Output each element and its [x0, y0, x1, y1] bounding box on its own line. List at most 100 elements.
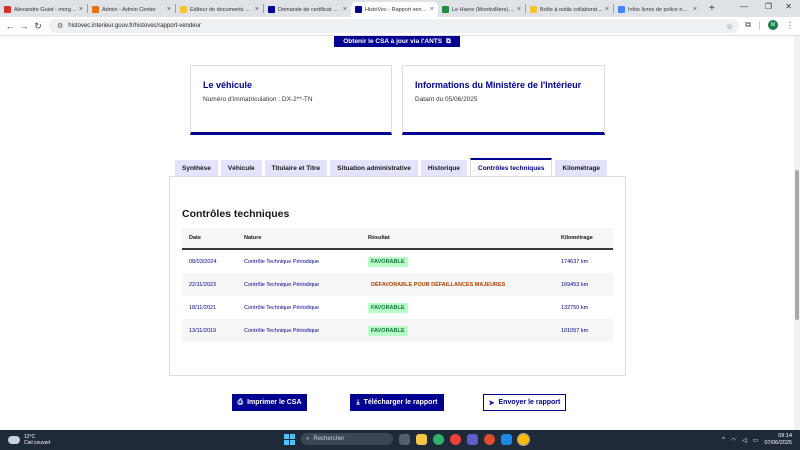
close-window-icon[interactable]: ✕ [785, 2, 792, 11]
tab-close-icon[interactable]: × [167, 6, 171, 13]
header-mileage: Kilométrage [561, 235, 593, 241]
print-csa-label: Imprimer le CSA [247, 399, 302, 406]
opera-icon[interactable] [484, 433, 495, 445]
cell-nature: Contrôle Technique Périodique [244, 327, 320, 334]
inspections-table: Date Nature Résultat Kilométrage 08/03/2… [182, 228, 613, 342]
menu-kebab-icon[interactable]: ⋮ [786, 21, 794, 30]
weather-widget[interactable]: 12°C Ciel couvert [8, 434, 50, 446]
system-tray: ^ ◠ ◁ ▭ 09:14 07/06/2025 [722, 433, 792, 447]
tab-synthese[interactable]: Synthèse [175, 160, 218, 177]
minimize-icon[interactable]: — [740, 2, 748, 11]
cell-nature: Contrôle Technique Périodique [244, 281, 320, 288]
teams-icon[interactable] [467, 433, 478, 445]
battery-icon[interactable]: ▭ [753, 437, 759, 444]
task-view-icon[interactable] [399, 433, 410, 445]
download-report-button[interactable]: ⤓ Télécharger le rapport [350, 394, 444, 411]
file-explorer-icon[interactable] [416, 433, 427, 445]
windows-start-icon[interactable] [284, 433, 295, 445]
browser-tab[interactable]: Admin - Admin Center × [88, 2, 175, 17]
tab-title: Infos livres de police num... [628, 6, 691, 13]
tab-titulaire-et-titre[interactable]: Titulaire et Titre [264, 160, 328, 177]
result-badge: FAVORABLE [368, 325, 408, 336]
chrome-icon[interactable] [450, 433, 461, 445]
cell-date: 18/11/2021 [189, 304, 217, 311]
clock-date: 07/06/2025 [764, 440, 792, 446]
tab-favicon-icon [180, 6, 187, 13]
tab-situation-administrative[interactable]: Situation administrative [330, 160, 418, 177]
ministry-card-title: Informations du Ministère de l'Intérieur [415, 80, 582, 90]
tab-title: HistoVec - Rapport vendeur [365, 6, 428, 13]
profile-avatar[interactable]: M [768, 20, 778, 30]
tab-close-icon[interactable]: × [343, 6, 347, 13]
tab-close-icon[interactable]: × [255, 6, 259, 13]
get-csa-label: Obtenir le CSA à jour via l'ANTS [343, 38, 443, 45]
tab-historique[interactable]: Historique [420, 160, 468, 177]
clock[interactable]: 09:14 07/06/2025 [764, 433, 792, 447]
browser-tab[interactable]: Demande de certificat de... × [264, 2, 351, 17]
maximize-icon[interactable]: ❐ [765, 2, 772, 11]
tab-favicon-icon [92, 6, 99, 13]
taskbar-search[interactable]: ⌕ Rechercher [301, 433, 393, 445]
tray-chevron-icon[interactable]: ^ [722, 437, 725, 443]
browser-tab[interactable]: HistoVec - Rapport vendeur × [351, 2, 438, 17]
result-badge: DÉFAVORABLE POUR DÉFAILLANCES MAJEURES [371, 281, 506, 288]
edge-icon[interactable] [433, 433, 444, 445]
download-icon: ⤓ [356, 398, 360, 406]
tab-controles-techniques[interactable]: Contrôles techniques [470, 158, 553, 177]
cloud-icon [8, 436, 20, 444]
search-icon: ⌕ [306, 435, 310, 442]
reload-icon[interactable]: ↻ [31, 21, 45, 32]
back-icon[interactable]: ← [3, 21, 17, 31]
send-report-button[interactable]: ➤ Envoyer le rapport [483, 394, 566, 411]
header-nature: Nature [244, 235, 262, 241]
forward-icon[interactable]: → [17, 21, 31, 31]
scrollbar-thumb[interactable] [795, 170, 799, 320]
tab-close-icon[interactable]: × [605, 6, 609, 13]
tab-title: Alexandre Guiot - morgu... [14, 6, 77, 13]
tab-title: Admin - Admin Center [102, 6, 156, 13]
address-bar[interactable]: ⚙ histovec.interieur.gouv.fr/histovec/ra… [49, 19, 739, 33]
tab-vehicule[interactable]: Véhicule [220, 160, 262, 177]
tab-close-icon[interactable]: × [517, 6, 521, 13]
tab-favicon-icon [355, 6, 362, 13]
cell-nature: Contrôle Technique Périodique [244, 304, 320, 311]
wifi-icon[interactable]: ◠ [731, 437, 736, 444]
print-csa-button[interactable]: ⎙ Imprimer le CSA [232, 394, 307, 411]
table-header: Date Nature Résultat Kilométrage [182, 228, 613, 250]
external-link-icon: ⧉ [446, 37, 451, 45]
cell-date: 08/03/2024 [189, 258, 217, 265]
cell-mileage: 101057 km [561, 327, 589, 334]
table-row: 22/11/2023 Contrôle Technique Périodique D… [182, 273, 613, 296]
new-tab-icon[interactable]: + [709, 3, 715, 14]
table-row: 08/03/2024 Contrôle Technique Périodique F… [182, 250, 613, 273]
result-badge: FAVORABLE [368, 302, 408, 313]
cell-mileage: 174637 km [561, 258, 589, 265]
print-icon: ⎙ [237, 398, 244, 406]
extensions-icon[interactable]: ⧉ [745, 20, 751, 30]
send-icon: ➤ [488, 399, 495, 407]
browser-tab[interactable]: Boîte à outils collaborative... × [526, 2, 613, 17]
tab-close-icon[interactable]: × [79, 6, 83, 13]
browser-tab[interactable]: Infos livres de police num... × [614, 2, 701, 17]
vehicle-card: Le véhicule Numéro d'immatriculation : D… [190, 65, 392, 135]
page-scrollbar[interactable] [794, 36, 800, 430]
tab-favicon-icon [618, 6, 625, 13]
header-result: Résultat [368, 235, 390, 241]
bookmark-star-icon[interactable]: ☆ [726, 22, 733, 31]
tab-close-icon[interactable]: × [693, 6, 697, 13]
app-icon[interactable] [501, 433, 512, 445]
tab-close-icon[interactable]: × [430, 6, 434, 13]
get-csa-button[interactable]: Obtenir le CSA à jour via l'ANTS ⧉ [334, 36, 460, 47]
chrome-active-icon[interactable] [517, 432, 530, 446]
browser-tab[interactable]: Le Havre (Montivilliers) - ... × [438, 2, 525, 17]
taskbar-apps: ⌕ Rechercher [284, 432, 530, 446]
search-placeholder: Rechercher [313, 436, 345, 442]
browser-tab[interactable]: Alexandre Guiot - morgu... × [0, 2, 87, 17]
volume-icon[interactable]: ◁ [742, 437, 747, 444]
table-row: 18/11/2021 Contrôle Technique Périodique F… [182, 296, 613, 319]
section-title: Contrôles techniques [182, 208, 290, 220]
browser-tab[interactable]: Éditeur de documents de... × [176, 2, 263, 17]
tab-kilometrage[interactable]: Kilométrage [555, 160, 608, 177]
table-row: 13/11/2019 Contrôle Technique Périodique F… [182, 319, 613, 342]
site-info-icon[interactable]: ⚙ [57, 22, 63, 30]
